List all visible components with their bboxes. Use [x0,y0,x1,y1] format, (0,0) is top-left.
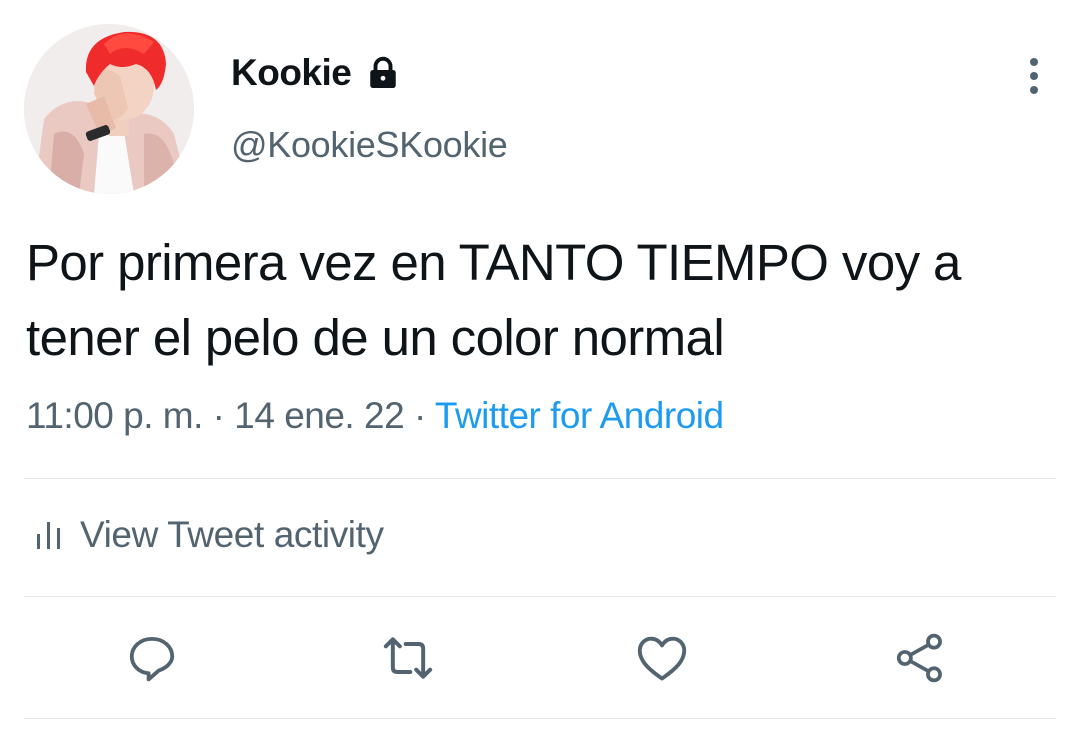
more-vertical-icon [1030,58,1038,94]
author-name-row: Kookie [231,52,401,94]
retweet-button[interactable] [378,628,438,688]
share-button[interactable] [890,628,950,688]
tweet-metadata: 11:00 p. m. · 14 ene. 22 · Twitter for A… [26,395,724,437]
avatar-image [24,24,194,194]
tweet-text: Por primera vez en TANTO TIEMPO voy a te… [26,234,961,366]
retweet-icon [383,637,433,679]
heart-icon [637,636,687,681]
stats-icon [34,518,64,552]
lock-icon [365,55,401,91]
divider [24,478,1056,479]
display-name[interactable]: Kookie [231,52,352,94]
avatar[interactable] [24,24,194,194]
tweet-detail: Kookie @KookieSKookie Por primera vez en… [0,0,1080,734]
view-tweet-activity[interactable]: View Tweet activity [34,514,384,556]
reply-button[interactable] [122,628,182,688]
divider [24,596,1056,597]
tweet-date[interactable]: 14 ene. 22 [234,395,404,436]
divider [24,718,1056,719]
share-icon [896,633,942,683]
meta-separator: · [413,395,426,436]
user-handle[interactable]: @KookieSKookie [231,124,508,166]
view-tweet-activity-label: View Tweet activity [80,514,384,555]
more-options-button[interactable] [1014,56,1054,96]
tweet-source-link[interactable]: Twitter for Android [435,395,724,436]
meta-separator: · [212,395,225,436]
like-button[interactable] [632,628,692,688]
tweet-time[interactable]: 11:00 p. m. [26,395,203,436]
reply-icon [129,636,175,682]
